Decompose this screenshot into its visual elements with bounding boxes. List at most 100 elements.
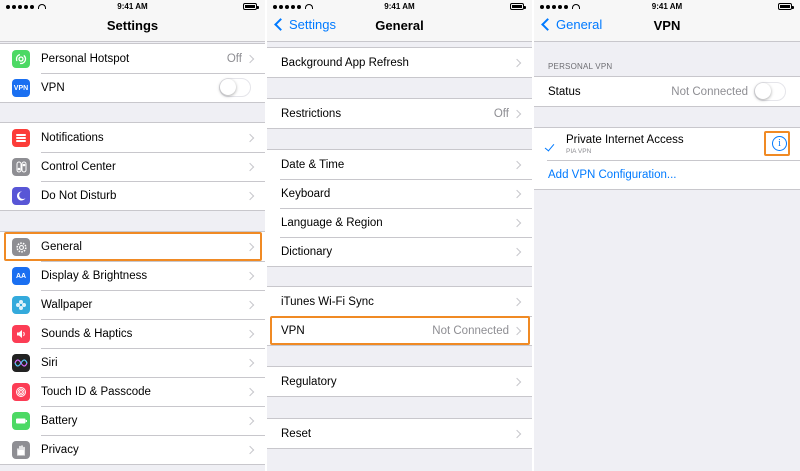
general-item-reset[interactable]: Reset	[267, 419, 532, 448]
general-group-sync: iTunes Wi-Fi Sync VPN Not Connected	[267, 286, 532, 346]
page-title: General	[375, 18, 424, 33]
chevron-right-icon	[512, 326, 522, 336]
info-icon[interactable]: i	[772, 136, 787, 151]
settings-item-display-brightness[interactable]: AA Display & Brightness	[0, 261, 265, 290]
chevron-right-icon	[245, 242, 255, 252]
chevron-right-icon	[245, 387, 255, 397]
chevron-right-icon	[245, 54, 255, 64]
settings-item-do-not-disturb[interactable]: Do Not Disturb	[0, 181, 265, 210]
settings-group-system: Notifications Control Center Do Not Dist…	[0, 122, 265, 211]
settings-item-label: Privacy	[41, 443, 79, 456]
settings-group-network: Personal Hotspot Off VPN VPN	[0, 43, 265, 103]
settings-item-notifications[interactable]: Notifications	[0, 123, 265, 152]
settings-item-siri[interactable]: Siri	[0, 348, 265, 377]
status-bar: 9:41 AM	[267, 0, 532, 13]
chevron-right-icon	[512, 109, 522, 119]
settings-item-label: Notifications	[41, 131, 104, 144]
general-item-label: Regulatory	[281, 375, 337, 388]
general-item-date-time[interactable]: Date & Time	[267, 150, 532, 179]
general-item-label: Date & Time	[281, 158, 345, 171]
general-item-value: Off	[493, 107, 509, 120]
general-item-keyboard[interactable]: Keyboard	[267, 179, 532, 208]
general-group-regulatory: Regulatory	[267, 366, 532, 397]
nav-bar: Settings	[0, 13, 265, 42]
settings-item-label: Display & Brightness	[41, 269, 148, 282]
hotspot-icon	[12, 50, 30, 68]
control-center-icon	[12, 158, 30, 176]
chevron-right-icon	[245, 416, 255, 426]
settings-item-battery[interactable]: Battery	[0, 406, 265, 435]
settings-item-label: General	[41, 240, 82, 253]
general-item-label: Reset	[281, 427, 312, 440]
vpn-status-group: Status Not Connected	[534, 76, 800, 107]
general-item-label: Language & Region	[281, 216, 383, 229]
general-item-label: Restrictions	[281, 107, 342, 120]
general-item-label: Keyboard	[281, 187, 331, 200]
checkmark-icon	[544, 141, 555, 152]
settings-item-value: Off	[226, 52, 242, 65]
status-time: 9:41 AM	[117, 2, 148, 11]
vpn-connect-toggle[interactable]	[754, 82, 786, 101]
chevron-right-icon	[512, 218, 522, 228]
general-item-restrictions[interactable]: Restrictions Off	[267, 99, 532, 128]
settings-item-label: VPN	[41, 81, 65, 94]
add-vpn-row[interactable]: Add VPN Configuration...	[534, 160, 800, 189]
siri-icon	[12, 354, 30, 372]
chevron-right-icon	[245, 445, 255, 455]
status-bar: 9:41 AM	[534, 0, 800, 13]
general-item-background-refresh[interactable]: Background App Refresh	[267, 48, 532, 77]
settings-item-control-center[interactable]: Control Center	[0, 152, 265, 181]
settings-item-wallpaper[interactable]: Wallpaper	[0, 290, 265, 319]
vpn-status-label: Status	[548, 85, 581, 98]
settings-item-touch-id[interactable]: Touch ID & Passcode	[0, 377, 265, 406]
vpn-config-row[interactable]: Private Internet Access PIA VPN i	[534, 128, 800, 160]
chevron-right-icon	[512, 160, 522, 170]
settings-item-label: Battery	[41, 414, 78, 427]
wallpaper-icon	[12, 296, 30, 314]
page-title: VPN	[653, 18, 681, 33]
settings-item-personal-hotspot[interactable]: Personal Hotspot Off	[0, 44, 265, 73]
chevron-right-icon	[245, 191, 255, 201]
chevron-right-icon	[245, 329, 255, 339]
general-group-restrictions: Restrictions Off	[267, 98, 532, 129]
settings-item-general[interactable]: General	[0, 232, 265, 261]
vpn-config-name: Private Internet Access	[566, 134, 684, 146]
settings-item-label: Do Not Disturb	[41, 189, 117, 202]
settings-item-privacy[interactable]: Privacy	[0, 435, 265, 464]
chevron-right-icon	[512, 58, 522, 68]
status-time: 9:41 AM	[651, 2, 683, 11]
general-item-label: VPN	[281, 324, 305, 337]
general-item-language-region[interactable]: Language & Region	[267, 208, 532, 237]
general-panel: 9:41 AM Settings General Background App …	[267, 0, 532, 471]
general-item-dictionary[interactable]: Dictionary	[267, 237, 532, 266]
nav-bar: General VPN	[534, 13, 800, 42]
chevron-right-icon	[512, 297, 522, 307]
chevron-right-icon	[245, 300, 255, 310]
notifications-icon	[12, 129, 30, 147]
settings-item-label: Sounds & Haptics	[41, 327, 133, 340]
vpn-config-subtitle: PIA VPN	[566, 148, 592, 155]
settings-item-sounds[interactable]: Sounds & Haptics	[0, 319, 265, 348]
general-group-locale: Date & Time Keyboard Language & Region D…	[267, 149, 532, 267]
chevron-right-icon	[512, 429, 522, 439]
vpn-toggle[interactable]	[219, 78, 251, 97]
section-header: PERSONAL VPN	[548, 62, 613, 71]
battery-icon	[12, 412, 30, 430]
settings-item-vpn[interactable]: VPN VPN	[0, 73, 265, 102]
settings-group-device: General AA Display & Brightness Wallpape…	[0, 231, 265, 465]
speaker-icon	[12, 325, 30, 343]
general-item-label: iTunes Wi-Fi Sync	[281, 295, 374, 308]
settings-item-label: Control Center	[41, 160, 116, 173]
battery-status-icon	[243, 3, 259, 10]
chevron-right-icon	[512, 377, 522, 387]
add-vpn-configuration-link[interactable]: Add VPN Configuration...	[548, 169, 677, 181]
chevron-right-icon	[512, 247, 522, 257]
chevron-right-icon	[245, 271, 255, 281]
fingerprint-icon	[12, 383, 30, 401]
vpn-status-value: Not Connected	[671, 85, 748, 98]
general-item-vpn[interactable]: VPN Not Connected	[267, 316, 532, 345]
status-bar: 9:41 AM	[0, 0, 265, 13]
gear-icon	[12, 238, 30, 256]
general-item-itunes-sync[interactable]: iTunes Wi-Fi Sync	[267, 287, 532, 316]
general-item-regulatory[interactable]: Regulatory	[267, 367, 532, 396]
